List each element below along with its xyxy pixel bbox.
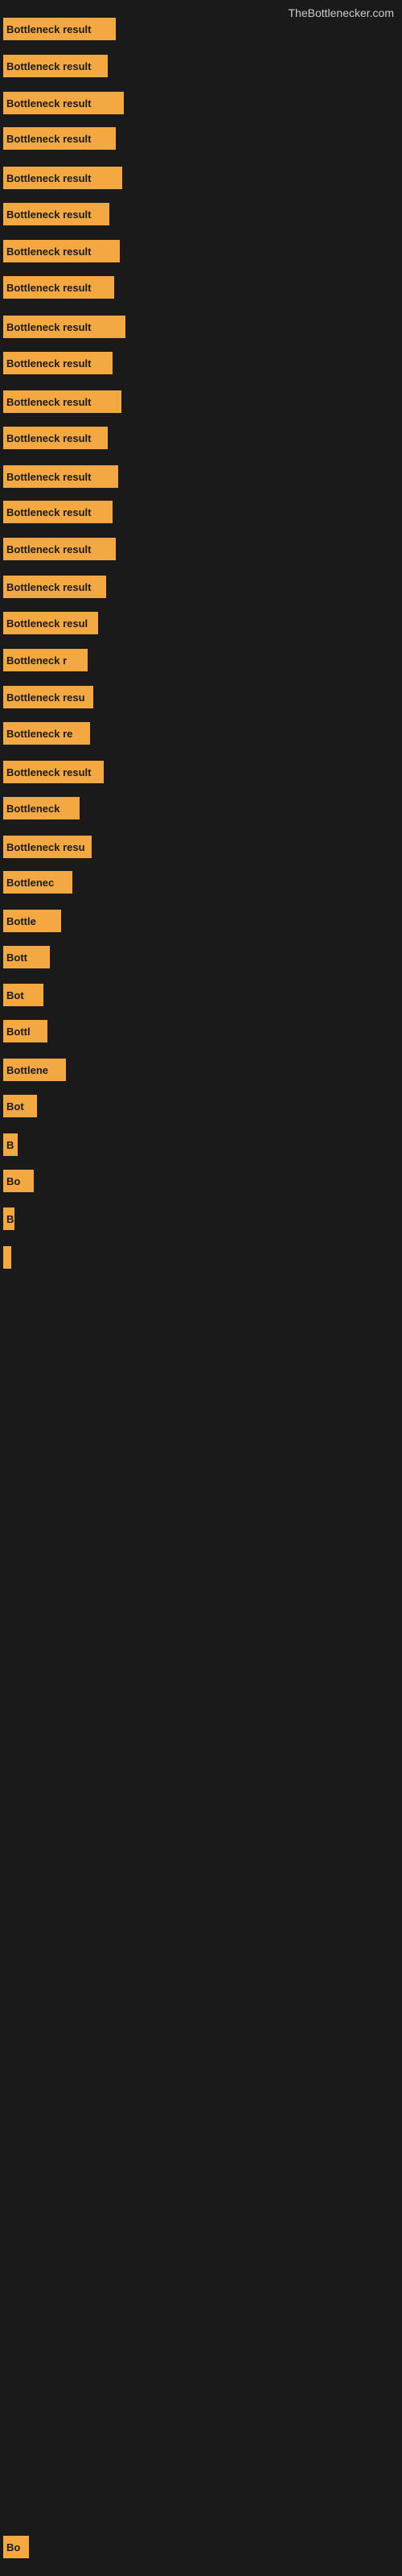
bottleneck-result-label: Bo — [6, 2541, 20, 2553]
bottleneck-result-label: Bott — [6, 952, 27, 964]
site-title: TheBottlenecker.com — [288, 6, 394, 19]
bottleneck-result-bar: Bottleneck result — [3, 203, 109, 225]
bottleneck-result-bar: Bott — [3, 946, 50, 968]
bottleneck-result-bar: Bottleneck result — [3, 316, 125, 338]
bottleneck-result-bar: Bottleneck re — [3, 722, 90, 745]
bottleneck-result-label: Bottleneck result — [6, 321, 91, 333]
bottleneck-result-label: Bottleneck resu — [6, 841, 85, 853]
bottleneck-result-bar: Bottleneck result — [3, 18, 116, 40]
bottleneck-result-label: B — [6, 1213, 14, 1225]
bottleneck-result-bar: Bottleneck resul — [3, 612, 98, 634]
bottleneck-result-label: Bottleneck re — [6, 728, 72, 740]
bottleneck-result-bar: Bottleneck result — [3, 538, 116, 560]
bottleneck-result-bar: Bottl — [3, 1020, 47, 1042]
bottleneck-result-label: B — [6, 1139, 14, 1151]
bottleneck-result-bar: Bottlenec — [3, 871, 72, 894]
bottleneck-result-label: Bottleneck result — [6, 133, 91, 145]
bottleneck-result-bar: Bottleneck result — [3, 576, 106, 598]
bottleneck-result-label: Bottleneck result — [6, 396, 91, 408]
bottleneck-result-label: Bottleneck result — [6, 543, 91, 555]
bottleneck-result-bar: B — [3, 1208, 14, 1230]
bottleneck-result-bar: Bo — [3, 2536, 29, 2558]
bottleneck-result-label: Bottleneck — [6, 803, 59, 815]
bottleneck-result-label: Bottleneck r — [6, 654, 67, 667]
bottleneck-result-label: Bottleneck result — [6, 23, 91, 35]
bottleneck-result-label: Bottleneck result — [6, 208, 91, 221]
bottleneck-result-bar: Bottleneck result — [3, 761, 104, 783]
bottleneck-result-bar: Bottlene — [3, 1059, 66, 1081]
bottleneck-result-label: Bottleneck result — [6, 60, 91, 72]
bottleneck-result-bar: Bo — [3, 1170, 34, 1192]
bottleneck-result-bar — [3, 1246, 11, 1269]
bottleneck-result-label: Bottleneck result — [6, 172, 91, 184]
bottleneck-result-label: Bottleneck result — [6, 282, 91, 294]
bottleneck-result-bar: Bottleneck resu — [3, 686, 93, 708]
bottleneck-result-bar: Bottleneck result — [3, 127, 116, 150]
bottleneck-result-label: Bottlenec — [6, 877, 54, 889]
bottleneck-result-label: Bottleneck result — [6, 766, 91, 778]
bottleneck-result-bar: Bottleneck result — [3, 352, 113, 374]
bottleneck-result-label: Bottleneck result — [6, 357, 91, 369]
bottleneck-result-label: Bottleneck result — [6, 432, 91, 444]
bottleneck-result-label: Bottleneck result — [6, 246, 91, 258]
bottleneck-result-label: Bottleneck result — [6, 581, 91, 593]
bottleneck-result-label: Bottleneck result — [6, 471, 91, 483]
bottleneck-result-label: Bottle — [6, 915, 36, 927]
bottleneck-result-label: Bot — [6, 1100, 24, 1113]
bottleneck-result-bar: B — [3, 1133, 18, 1156]
bottleneck-result-label: Bottl — [6, 1026, 31, 1038]
bottleneck-result-label: Bo — [6, 1175, 20, 1187]
bottleneck-result-label: Bottleneck result — [6, 506, 91, 518]
bottleneck-result-label: Bottleneck resu — [6, 691, 85, 704]
bottleneck-result-bar: Bottleneck result — [3, 390, 121, 413]
bottleneck-result-label: Bottleneck resul — [6, 617, 88, 630]
bottleneck-result-label: Bottleneck result — [6, 97, 91, 109]
bottleneck-result-bar: Bottleneck r — [3, 649, 88, 671]
bottleneck-result-bar: Bottleneck result — [3, 240, 120, 262]
bottleneck-result-bar: Bottleneck result — [3, 276, 114, 299]
bottleneck-result-bar: Bottle — [3, 910, 61, 932]
bottleneck-result-bar: Bottleneck — [3, 797, 80, 819]
bottleneck-result-label: Bot — [6, 989, 24, 1001]
bottleneck-result-bar: Bottleneck result — [3, 167, 122, 189]
bottleneck-result-bar: Bottleneck resu — [3, 836, 92, 858]
bottleneck-result-bar: Bot — [3, 1095, 37, 1117]
bottleneck-result-bar: Bottleneck result — [3, 92, 124, 114]
bottleneck-result-label: Bottlene — [6, 1064, 48, 1076]
bottleneck-result-bar: Bottleneck result — [3, 465, 118, 488]
bottleneck-result-bar: Bottleneck result — [3, 55, 108, 77]
bottleneck-result-bar: Bottleneck result — [3, 427, 108, 449]
bottleneck-result-bar: Bot — [3, 984, 43, 1006]
bottleneck-result-bar: Bottleneck result — [3, 501, 113, 523]
